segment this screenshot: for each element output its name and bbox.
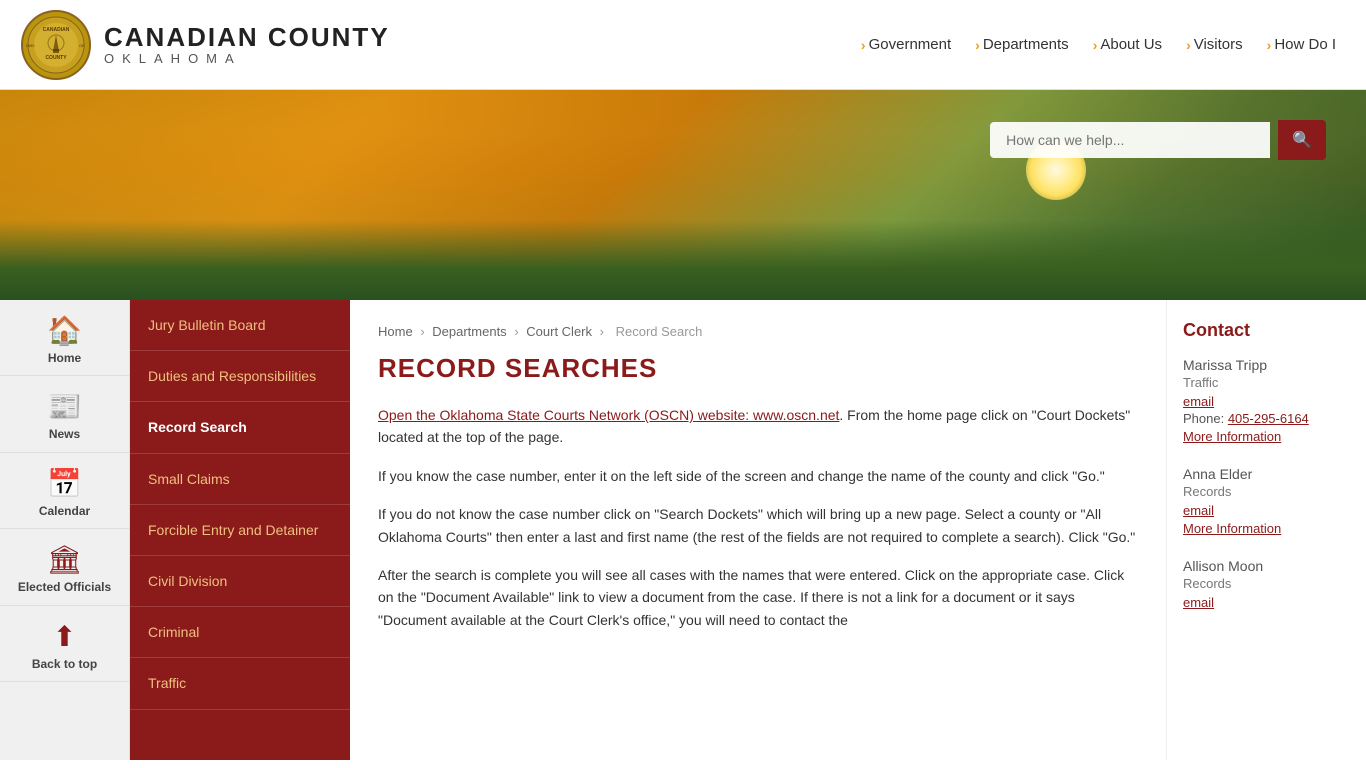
nav-how-do-i[interactable]: › How Do I (1257, 30, 1346, 59)
hero-trees (0, 220, 1366, 300)
logo-text: CANADIAN COUNTY OKLAHOMA (104, 23, 390, 67)
menu-item-record-search[interactable]: Record Search (130, 402, 350, 453)
menu-item-civil-division[interactable]: Civil Division (130, 556, 350, 607)
nav-about-us-label: About Us (1100, 36, 1162, 53)
contact-block-allison: Allison Moon Records email (1183, 558, 1350, 610)
content-paragraph-1: Open the Oklahoma State Courts Network (… (378, 404, 1138, 449)
contact-name-anna: Anna Elder (1183, 466, 1350, 482)
calendar-icon: 📅 (47, 467, 82, 500)
breadcrumb-court-clerk[interactable]: Court Clerk (526, 324, 592, 339)
menu-item-criminal[interactable]: Criminal (130, 607, 350, 658)
svg-text:CANADIAN: CANADIAN (43, 27, 70, 33)
oscn-link[interactable]: Open the Oklahoma State Courts Network (… (378, 407, 839, 423)
breadcrumb-home[interactable]: Home (378, 324, 413, 339)
sidebar-item-elected-officials[interactable]: 🏛 Elected Officials (0, 529, 129, 605)
sidebar-item-calendar[interactable]: 📅 Calendar (0, 453, 129, 529)
calendar-label: Calendar (39, 504, 90, 518)
svg-text:1890: 1890 (26, 43, 36, 48)
hero-banner: 🔍 (0, 90, 1366, 300)
contact-email-anna[interactable]: email (1183, 503, 1350, 518)
contact-email-allison[interactable]: email (1183, 595, 1350, 610)
breadcrumb: Home › Departments › Court Clerk › Recor… (378, 324, 1138, 339)
nav-government-label: Government (869, 36, 952, 53)
up-arrow-icon: ⬆ (53, 620, 76, 653)
nav-visitors[interactable]: › Visitors (1176, 30, 1253, 59)
contact-name-marissa: Marissa Tripp (1183, 357, 1350, 373)
contact-role-marissa: Traffic (1183, 375, 1350, 390)
nav-how-do-i-label: How Do I (1274, 36, 1336, 53)
content-paragraph-4: After the search is complete you will se… (378, 564, 1138, 631)
contact-phone-marissa: Phone: 405-295-6164 (1183, 411, 1350, 426)
icon-navigation: 🏠 Home 📰 News 📅 Calendar 🏛 Elected Offic… (0, 300, 130, 760)
header: CANADIAN COUNTY 1890 OK CANADIAN COUNTY … (0, 0, 1366, 90)
search-icon: 🔍 (1292, 132, 1312, 149)
back-to-top-label: Back to top (32, 657, 97, 671)
menu-item-small-claims[interactable]: Small Claims (130, 454, 350, 505)
search-input[interactable] (990, 122, 1270, 158)
contact-role-allison: Records (1183, 576, 1350, 591)
search-button[interactable]: 🔍 (1278, 120, 1326, 160)
contact-phone-link-marissa[interactable]: 405-295-6164 (1228, 411, 1309, 426)
nav-departments[interactable]: › Departments (965, 30, 1079, 59)
contact-title: Contact (1183, 320, 1350, 341)
chevron-icon: › (861, 37, 866, 53)
content-paragraph-2: If you know the case number, enter it on… (378, 465, 1138, 487)
top-navigation: › Government › Departments › About Us › … (851, 30, 1346, 59)
nav-about-us[interactable]: › About Us (1083, 30, 1172, 59)
sidebar-item-news[interactable]: 📰 News (0, 376, 129, 452)
nav-departments-label: Departments (983, 36, 1069, 53)
news-label: News (49, 427, 80, 441)
side-menu: Jury Bulletin Board Duties and Responsib… (130, 300, 350, 760)
menu-item-forcible-entry[interactable]: Forcible Entry and Detainer (130, 505, 350, 556)
officials-icon: 🏛 (47, 543, 83, 576)
svg-text:OK: OK (79, 43, 85, 48)
home-icon: 🏠 (47, 314, 82, 347)
breadcrumb-sep-2: › (514, 324, 522, 339)
chevron-icon: › (1186, 37, 1191, 53)
home-label: Home (48, 351, 81, 365)
sidebar-item-home[interactable]: 🏠 Home (0, 300, 129, 376)
sidebar-item-back-to-top[interactable]: ⬆ Back to top (0, 606, 129, 682)
contact-sidebar: Contact Marissa Tripp Traffic email Phon… (1166, 300, 1366, 760)
breadcrumb-departments[interactable]: Departments (432, 324, 506, 339)
chevron-icon: › (975, 37, 980, 53)
nav-government[interactable]: › Government (851, 30, 961, 59)
chevron-icon: › (1267, 37, 1272, 53)
chevron-icon: › (1093, 37, 1098, 53)
svg-text:COUNTY: COUNTY (45, 55, 67, 61)
contact-more-marissa[interactable]: More Information (1183, 429, 1281, 444)
breadcrumb-sep-3: › (600, 324, 608, 339)
contact-email-marissa[interactable]: email (1183, 394, 1350, 409)
breadcrumb-current: Record Search (616, 324, 703, 339)
menu-item-duties[interactable]: Duties and Responsibilities (130, 351, 350, 402)
breadcrumb-sep-1: › (420, 324, 428, 339)
elected-officials-label: Elected Officials (18, 580, 111, 594)
contact-role-anna: Records (1183, 484, 1350, 499)
page-title: RECORD SEARCHES (378, 353, 1138, 384)
county-name: CANADIAN COUNTY (104, 23, 390, 52)
state-name: OKLAHOMA (104, 51, 390, 66)
menu-item-jury-bulletin[interactable]: Jury Bulletin Board (130, 300, 350, 351)
menu-item-traffic[interactable]: Traffic (130, 658, 350, 709)
contact-block-marissa: Marissa Tripp Traffic email Phone: 405-2… (1183, 357, 1350, 444)
content-area: Home › Departments › Court Clerk › Recor… (350, 300, 1166, 760)
news-icon: 📰 (47, 390, 82, 423)
content-paragraph-3: If you do not know the case number click… (378, 503, 1138, 548)
search-bar: 🔍 (990, 120, 1326, 160)
contact-name-allison: Allison Moon (1183, 558, 1350, 574)
nav-visitors-label: Visitors (1194, 36, 1243, 53)
contact-more-anna[interactable]: More Information (1183, 521, 1281, 536)
main-layout: 🏠 Home 📰 News 📅 Calendar 🏛 Elected Offic… (0, 300, 1366, 760)
logo-area: CANADIAN COUNTY 1890 OK CANADIAN COUNTY … (20, 9, 390, 81)
contact-block-anna: Anna Elder Records email More Informatio… (1183, 466, 1350, 536)
county-seal: CANADIAN COUNTY 1890 OK (20, 9, 92, 81)
